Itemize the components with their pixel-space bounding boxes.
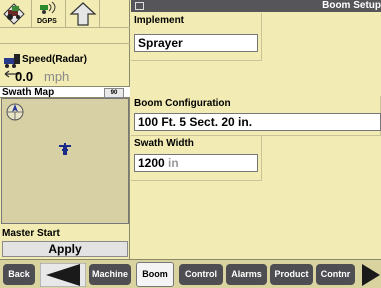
swath-map-view[interactable] xyxy=(1,98,129,224)
swath-width-label: Swath Width xyxy=(134,138,194,149)
back-button[interactable]: Back xyxy=(3,264,35,285)
implement-label: Implement xyxy=(134,15,185,26)
status-icon-row: DGPS xyxy=(0,0,130,44)
swath-width-unit: in xyxy=(168,156,179,170)
status-panel: DGPS Speed(Radar) 0.0 mph Swath Map 90 M… xyxy=(0,0,130,259)
boom-configuration-section: Boom Configuration 100 Ft. 5 Sect. 20 in… xyxy=(131,96,381,136)
speed-readout: Speed(Radar) 0.0 mph xyxy=(0,44,130,86)
vehicle-position-icon xyxy=(59,143,71,155)
bottom-navigation: Back Machine Boom Control Alarms Product… xyxy=(0,259,381,288)
implement-section: Implement Sprayer xyxy=(131,13,262,61)
tab-boom[interactable]: Boom xyxy=(136,262,174,287)
tab-product[interactable]: Product xyxy=(270,264,313,285)
previous-arrow-icon[interactable] xyxy=(40,263,86,287)
swath-map-title: Swath Map xyxy=(2,87,55,98)
boom-configuration-label: Boom Configuration xyxy=(134,98,231,109)
master-start-label: Master Start xyxy=(2,228,60,239)
title-bar: Boom Setup xyxy=(131,0,381,12)
swath-map-zoom-button[interactable]: 90 xyxy=(104,88,124,98)
boom-setup-panel: Boom Setup Implement Sprayer Boom Config… xyxy=(131,0,381,259)
swath-width-field[interactable]: 1200 in xyxy=(134,154,258,172)
speed-label: Speed(Radar) xyxy=(22,54,88,65)
page-title: Boom Setup xyxy=(322,0,381,11)
empty-status-slot xyxy=(100,0,130,28)
swath-width-value: 1200 xyxy=(138,156,165,170)
compass-icon xyxy=(6,103,24,121)
tab-machine[interactable]: Machine xyxy=(89,264,131,285)
next-arrow-icon[interactable] xyxy=(360,263,381,287)
speed-value: 0.0 xyxy=(15,69,34,84)
tractor-settings-icon[interactable] xyxy=(0,0,32,28)
dgps-label: DGPS xyxy=(37,18,57,25)
apply-button[interactable]: Apply xyxy=(2,241,128,257)
boom-configuration-field[interactable]: 100 Ft. 5 Sect. 20 in. xyxy=(134,113,381,131)
swath-width-section: Swath Width 1200 in xyxy=(131,136,262,181)
implement-field[interactable]: Sprayer xyxy=(134,34,258,52)
window-icon xyxy=(135,2,144,10)
tab-contnr[interactable]: Contnr xyxy=(316,264,355,285)
speed-unit: mph xyxy=(44,69,70,84)
tab-alarms[interactable]: Alarms xyxy=(226,264,267,285)
home-arrow-icon[interactable] xyxy=(66,0,100,28)
dgps-status-icon[interactable]: DGPS xyxy=(32,0,66,28)
tab-control[interactable]: Control xyxy=(179,264,223,285)
swath-map-header: Swath Map 90 xyxy=(0,86,130,98)
